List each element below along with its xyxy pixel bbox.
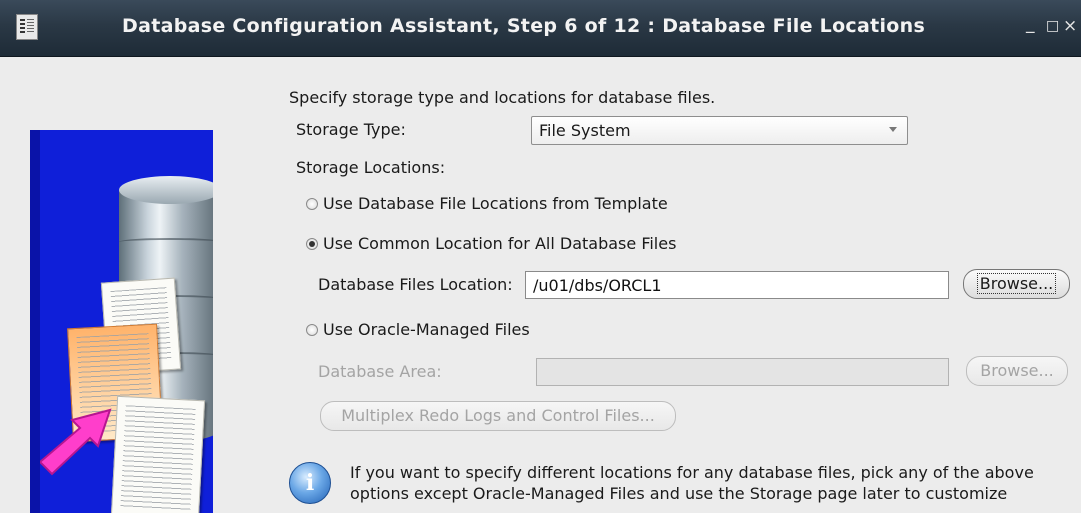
cylinder-top [119, 176, 213, 204]
chevron-down-icon [889, 127, 897, 132]
info-icon: i [289, 462, 331, 504]
browse-area-button[interactable]: Browse... [966, 356, 1068, 386]
option-template-locations-label[interactable]: Use Database File Locations from Templat… [323, 194, 668, 213]
radio-oracle-managed[interactable] [306, 324, 318, 336]
info-message: If you want to specify different locatio… [350, 462, 1070, 504]
window-title: Database Configuration Assistant, Step 6… [122, 15, 926, 37]
database-area-input[interactable] [536, 358, 949, 386]
radio-common-location[interactable] [306, 238, 318, 250]
browse-button-label: Browse... [976, 273, 1057, 294]
dbca-app-icon[interactable] [16, 14, 38, 40]
minimize-icon[interactable]: _ [1026, 14, 1035, 34]
title-bar[interactable]: Database Configuration Assistant, Step 6… [0, 0, 1081, 57]
wizard-illustration [30, 130, 213, 513]
storage-type-value: File System [539, 121, 631, 140]
multiplex-redo-logs-button[interactable]: Multiplex Redo Logs and Control Files... [320, 401, 676, 431]
storage-type-label: Storage Type: [296, 120, 406, 139]
database-area-label: Database Area: [318, 362, 442, 381]
maximize-icon[interactable]: □ [1046, 18, 1059, 34]
illustration-edge [30, 130, 40, 513]
browse-button[interactable]: Browse... [963, 269, 1070, 299]
db-files-location-label: Database Files Location: [318, 275, 513, 294]
radio-template-locations[interactable] [306, 198, 318, 210]
arrow-icon [40, 408, 112, 476]
browse-area-button-label: Browse... [980, 361, 1054, 380]
option-oracle-managed-label[interactable]: Use Oracle-Managed Files [323, 320, 530, 339]
dbca-window: Database Configuration Assistant, Step 6… [0, 0, 1081, 513]
cylinder-ring [119, 238, 213, 246]
intro-text: Specify storage type and locations for d… [289, 88, 716, 107]
multiplex-button-label: Multiplex Redo Logs and Control Files... [341, 406, 655, 425]
option-common-location-label[interactable]: Use Common Location for All Database Fil… [323, 234, 676, 253]
db-files-location-input[interactable]: /u01/dbs/ORCL1 [525, 271, 949, 299]
storage-locations-label: Storage Locations: [296, 158, 446, 177]
info-message-line: If you want to specify different locatio… [350, 463, 1034, 482]
info-message-line: options except Oracle-Managed Files and … [350, 484, 1008, 503]
storage-type-select[interactable]: File System [531, 116, 908, 145]
close-icon[interactable]: × [1063, 16, 1077, 36]
